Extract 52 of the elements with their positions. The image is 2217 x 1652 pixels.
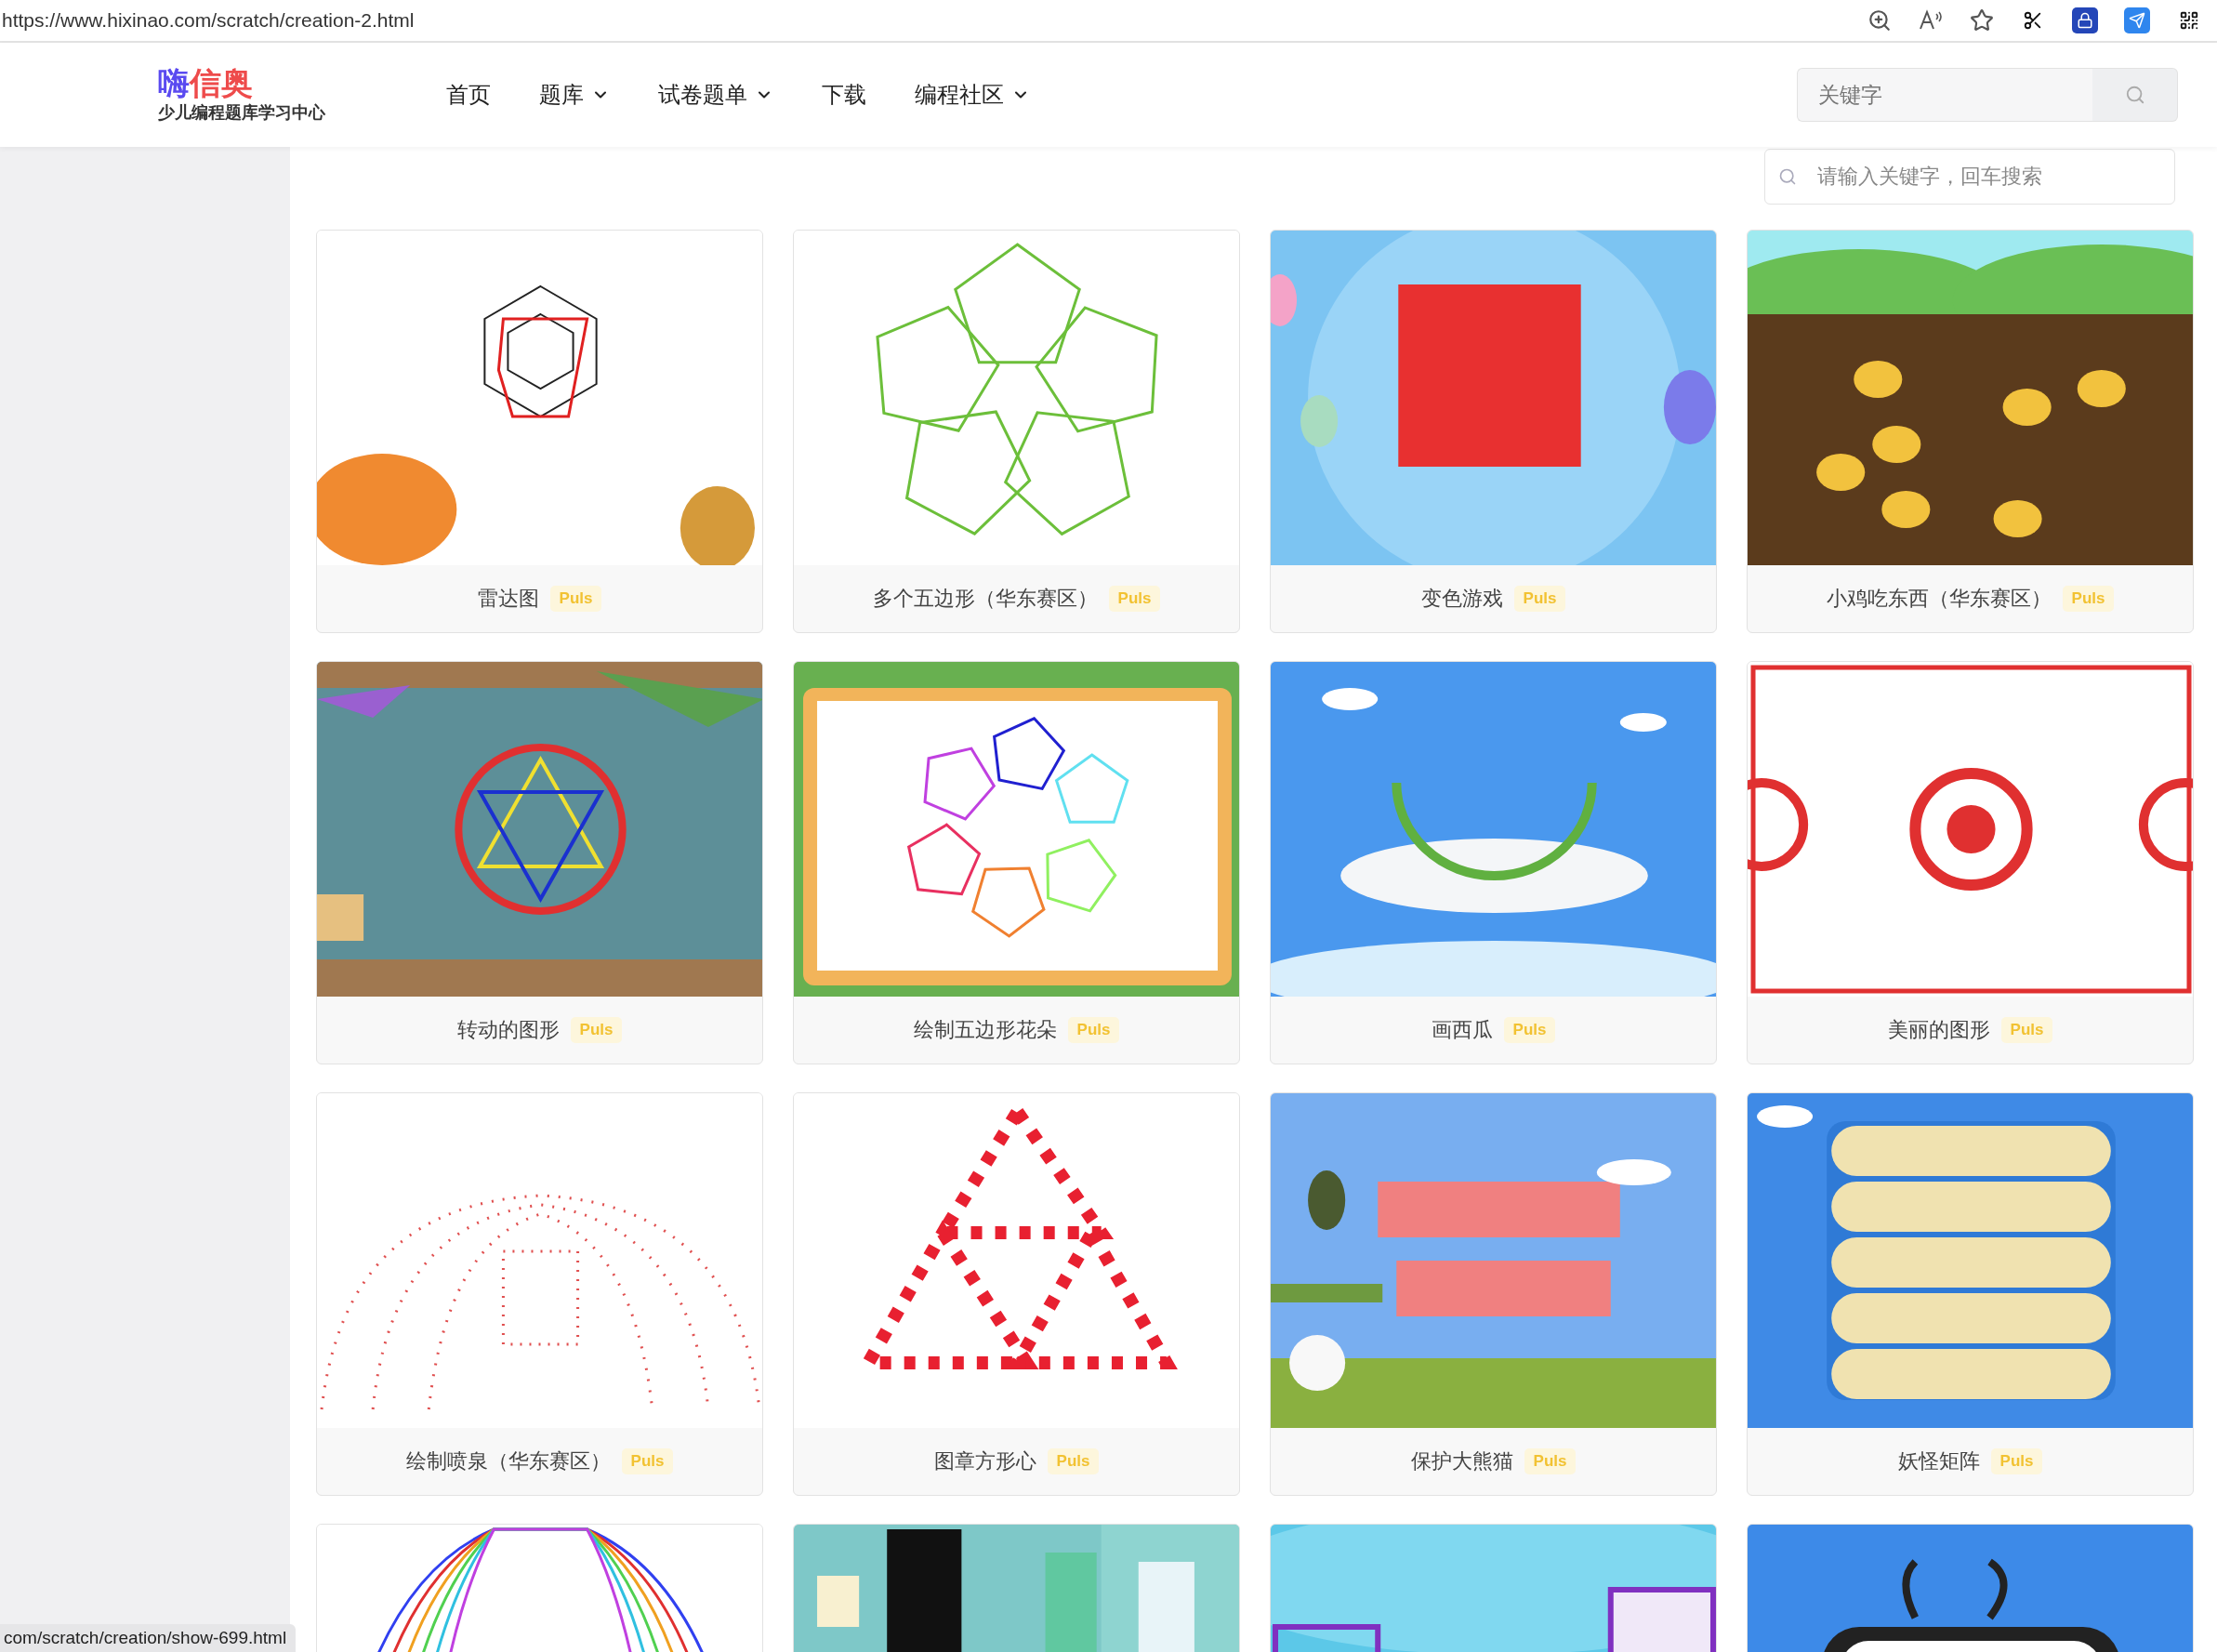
project-card[interactable]: 妖怪矩阵 Puls (1747, 1092, 2194, 1496)
plus-tag: Puls (570, 1017, 623, 1043)
address-bar-url[interactable]: https://www.hixinao.com/scratch/creation-2.html (0, 9, 1867, 32)
project-card[interactable]: 画西瓜 Puls (1270, 661, 1717, 1064)
card-title: 小鸡吃东西（华东赛区） (1826, 586, 2052, 612)
search-field[interactable]: 请输入关键字，回车搜索 (1764, 149, 2175, 205)
card-title: 转动的图形 (456, 1017, 560, 1043)
plus-tag: Puls (621, 1448, 674, 1474)
favorite-star-icon[interactable] (1970, 8, 1994, 33)
card-title: 绘制喷泉（华东赛区） (405, 1448, 611, 1474)
plus-tag: Puls (1047, 1448, 1100, 1474)
card-title: 保护大熊猫 (1410, 1448, 1513, 1474)
plus-tag: Puls (1524, 1448, 1577, 1474)
project-card[interactable]: 图章方形心 Puls (793, 1092, 1240, 1496)
project-card[interactable]: 绘制五边形花朵 Puls (793, 661, 1240, 1064)
nav-link[interactable]: 下载 (822, 80, 866, 110)
nav-link[interactable]: 编程社区 (915, 80, 1030, 110)
card-title: 画西瓜 (1431, 1017, 1493, 1043)
card-title: 变色游戏 (1420, 586, 1503, 612)
nav-link[interactable]: 试卷题单 (658, 80, 773, 110)
plus-tag: Puls (2062, 586, 2115, 612)
plus-tag: Puls (1990, 1448, 2043, 1474)
send-icon[interactable] (2124, 7, 2150, 33)
plus-tag: Puls (1108, 586, 1161, 612)
card-title: 多个五边形（华东赛区） (872, 586, 1098, 612)
plus-tag: Puls (1067, 1017, 1120, 1043)
site-logo[interactable]: 嗨信奥 少儿编程题库学习中心 (158, 66, 446, 124)
card-title: 妖怪矩阵 (1897, 1448, 1980, 1474)
project-card[interactable]: 多个五边形（华东赛区） Puls (793, 230, 1240, 633)
card-title: 雷达图 (477, 586, 539, 612)
project-card[interactable]: 转动的图形 Puls (316, 661, 763, 1064)
plus-tag: Puls (549, 586, 602, 612)
zoom-icon[interactable] (1867, 8, 1892, 33)
project-card[interactable]: 绘制喷泉（华东赛区） Puls (316, 1092, 763, 1496)
project-card[interactable]: 小鸡吃东西（华东赛区） Puls (1747, 230, 2194, 633)
plus-tag: Puls (1513, 586, 1566, 612)
project-card[interactable]: 美丽的图形 Puls (1747, 661, 2194, 1064)
project-card[interactable]: 变色游戏 Puls (1270, 230, 1717, 633)
search-icon (2124, 85, 2145, 105)
project-card[interactable]: 雷达图 Puls (316, 230, 763, 633)
nav-link[interactable]: 题库 (539, 80, 610, 110)
lock-icon[interactable] (2072, 7, 2098, 33)
search-field[interactable]: 关键字 (1797, 68, 2178, 122)
card-title: 绘制五边形花朵 (913, 1017, 1057, 1043)
search-field[interactable]: 关键字 (1797, 68, 2092, 122)
search-icon (1778, 167, 1797, 186)
plus-tag: Puls (2000, 1017, 2053, 1043)
card-title: 图章方形心 (933, 1448, 1036, 1474)
plus-tag: Puls (1503, 1017, 1556, 1043)
nav-link[interactable]: 首页 (446, 80, 491, 110)
card-title: 美丽的图形 (1887, 1017, 1990, 1043)
project-card[interactable]: 保护大熊猫 Puls (1270, 1092, 1717, 1496)
